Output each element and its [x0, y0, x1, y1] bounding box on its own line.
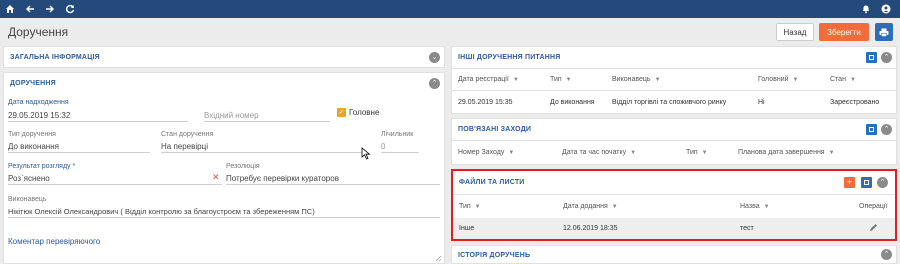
assignment-title: ДОРУЧЕННЯ	[10, 80, 56, 87]
cell-file-name: тест	[740, 225, 754, 232]
col-header-executor[interactable]: Виконавець ▼	[612, 76, 661, 83]
filter-icon[interactable]: ▼	[566, 77, 572, 83]
filter-icon[interactable]: ▼	[850, 77, 856, 83]
filter-icon[interactable]: ▼	[612, 204, 618, 210]
date-field[interactable]: 29.05.2019 15:32	[8, 110, 188, 122]
collapse-icon[interactable]: ⌄	[429, 52, 440, 63]
back-arrow-icon[interactable]	[20, 0, 40, 18]
collapse-icon[interactable]: ⌃	[881, 249, 892, 260]
assignment-panel: ДОРУЧЕННЯ ⌃ Дата надходження 29.05.2019 …	[3, 72, 445, 264]
date-label: Дата надходження	[8, 99, 69, 106]
printer-icon	[879, 28, 889, 37]
collapse-icon[interactable]: ⌃	[881, 52, 892, 63]
assignment-history-panel: ІСТОРІЯ ДОРУЧЕНЬ ⌃	[451, 245, 897, 264]
edit-pencil-icon[interactable]	[869, 223, 878, 234]
resolution-label: Резолюція	[226, 163, 260, 170]
main-checkbox-label: Головне	[349, 108, 380, 117]
col-header-event-number[interactable]: Номер Заходу ▼	[458, 149, 514, 156]
add-file-button[interactable]: +	[844, 177, 855, 188]
other-assignments-title: ІНШІ ДОРУЧЕННЯ ПИТАННЯ	[458, 53, 561, 61]
page-title: Доручення	[8, 25, 69, 39]
expand-window-icon[interactable]	[866, 124, 877, 135]
print-button[interactable]	[875, 23, 893, 41]
col-header-file-type[interactable]: Тип ▼	[459, 203, 481, 210]
filter-icon[interactable]: ▼	[513, 77, 519, 83]
col-header-reg-date[interactable]: Дата реєстрації ▼	[458, 76, 519, 83]
col-header-added-date[interactable]: Дата додання ▼	[563, 203, 618, 210]
filter-icon[interactable]: ▼	[702, 150, 708, 156]
filter-icon[interactable]: ▼	[508, 150, 514, 156]
cell-executor: Відділ торгівлі та споживчого ринку	[612, 99, 727, 106]
collapse-icon[interactable]: ⌃	[429, 78, 440, 89]
related-events-title: ПОВ'ЯЗАНІ ЗАХОДИ	[458, 125, 532, 133]
col-header-main[interactable]: Головний ▼	[758, 76, 798, 83]
cell-added-date: 12.06.2019 18:35	[563, 225, 618, 232]
cell-main: Ні	[758, 99, 765, 106]
refresh-icon[interactable]	[60, 0, 80, 18]
other-assignments-panel: ІНШІ ДОРУЧЕННЯ ПИТАННЯ ⌃ Дата реєстрації…	[451, 46, 897, 114]
result-label: Результат розгляду *	[8, 163, 76, 170]
home-icon[interactable]	[0, 0, 20, 18]
col-header-file-name[interactable]: Назва ▼	[740, 203, 770, 210]
filter-icon[interactable]: ▼	[475, 204, 481, 210]
save-button[interactable]: Зберегти	[819, 23, 869, 41]
collapse-icon[interactable]: ⌃	[881, 124, 892, 135]
col-header-type[interactable]: Тип ▼	[550, 76, 572, 83]
state-label: Стан доручення	[161, 131, 214, 138]
notifications-bell-icon[interactable]	[856, 0, 876, 18]
filter-icon[interactable]: ▼	[764, 204, 770, 210]
cell-type: До виконання	[550, 99, 595, 106]
general-info-title: ЗАГАЛЬНА ІНФОРМАЦІЯ	[10, 54, 100, 61]
main-checkbox[interactable]: ✓	[337, 108, 346, 117]
executor-label: Виконавець	[8, 196, 47, 203]
filter-icon[interactable]: ▼	[655, 77, 661, 83]
col-header-event-type[interactable]: Тип ▼	[686, 149, 708, 156]
result-field[interactable]: Роз`яснено	[8, 173, 222, 185]
type-field[interactable]: До виконання	[8, 141, 150, 153]
forward-arrow-icon[interactable]	[40, 0, 60, 18]
executor-field[interactable]: Нікітюк Олексій Олександрович ( Відділ к…	[8, 206, 440, 218]
table-row[interactable]: Інше 12.06.2019 18:35 тест	[453, 218, 895, 239]
col-header-state[interactable]: Стан ▼	[830, 76, 856, 83]
incoming-number-field[interactable]: Вхідний номер	[204, 110, 330, 122]
page-header: Доручення Назад Зберегти	[0, 18, 900, 46]
cell-state: Зареєстровано	[830, 99, 880, 106]
comment-label: Коментар перевіряючого	[8, 237, 101, 246]
files-letters-title: ФАЙЛИ ТА ЛИСТИ	[459, 178, 525, 186]
assignment-history-title: ІСТОРІЯ ДОРУЧЕНЬ	[458, 251, 531, 259]
counter-label: Лічильник	[381, 131, 414, 138]
type-label: Тип доручення	[8, 131, 56, 138]
clear-icon[interactable]: ✕	[212, 172, 220, 183]
expand-window-icon[interactable]	[866, 52, 877, 63]
general-info-panel: ЗАГАЛЬНА ІНФОРМАЦІЯ ⌄	[3, 46, 445, 68]
mouse-cursor-icon	[361, 147, 371, 162]
col-header-start-datetime[interactable]: Дата та час початку ▼	[562, 149, 636, 156]
resolution-field[interactable]: Потребує перевірки кураторов	[226, 173, 440, 185]
cell-file-type: Інше	[459, 225, 475, 232]
related-events-panel: ПОВ'ЯЗАНІ ЗАХОДИ ⌃ Номер Заходу ▼ Дата та…	[451, 118, 897, 165]
files-letters-panel: ФАЙЛИ ТА ЛИСТИ + ⌃ Тип ▼ Дата додання ▼ На…	[451, 169, 897, 241]
filter-icon[interactable]: ▼	[793, 77, 799, 83]
resize-handle-icon[interactable]	[434, 254, 442, 262]
filter-icon[interactable]: ▼	[829, 150, 835, 156]
col-header-planned-end[interactable]: Планова дата завершення ▼	[738, 149, 835, 156]
collapse-icon[interactable]: ⌃	[877, 177, 888, 188]
col-header-operations: Операції	[859, 203, 888, 210]
state-field[interactable]: На перевірці	[161, 141, 365, 153]
top-nav-bar	[0, 0, 900, 18]
filter-icon[interactable]: ▼	[630, 150, 636, 156]
counter-field[interactable]: 0	[381, 141, 419, 153]
back-button[interactable]: Назад	[776, 23, 814, 41]
expand-window-icon[interactable]	[861, 177, 872, 188]
user-account-icon[interactable]	[876, 0, 896, 18]
cell-reg-date: 29.05.2019 15:35	[458, 99, 513, 106]
